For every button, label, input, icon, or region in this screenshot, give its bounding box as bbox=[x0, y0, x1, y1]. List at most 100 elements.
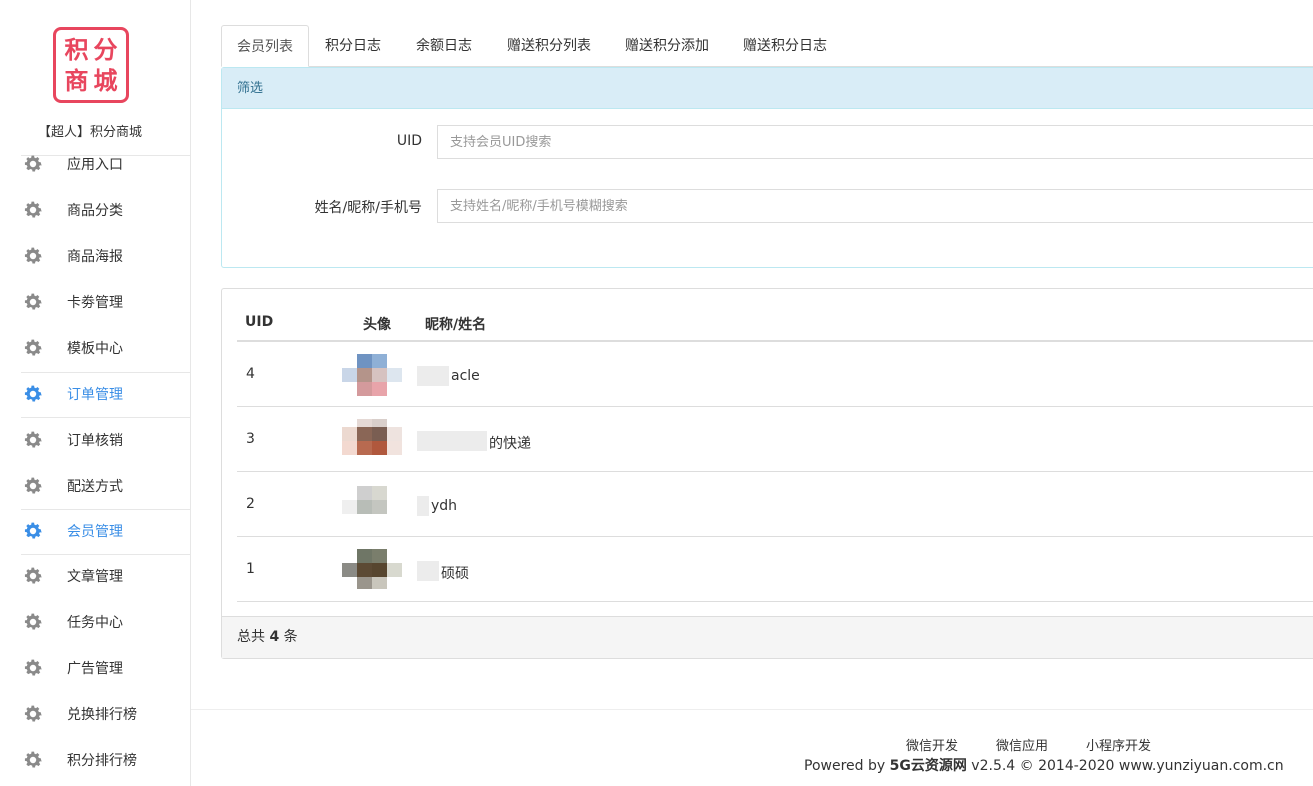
row-uid: 4 bbox=[246, 366, 255, 382]
sidebar-item-members[interactable]: 会员管理 bbox=[0, 511, 191, 551]
uid-search-input[interactable] bbox=[437, 125, 1313, 159]
logo-char: 分 bbox=[93, 35, 118, 64]
summary-total: 4 bbox=[269, 629, 280, 645]
sidebar-item-label: 应用入口 bbox=[67, 157, 123, 173]
table-row[interactable]: 1 硕硕 bbox=[237, 537, 1313, 602]
site-name: 【超人】积分商城 bbox=[37, 125, 142, 140]
avatar bbox=[342, 484, 402, 528]
footer-link-wechat-apps[interactable]: 微信应用 bbox=[996, 735, 1048, 754]
logo-char: 积 bbox=[64, 35, 89, 64]
sidebar-item-label: 模板中心 bbox=[67, 341, 123, 357]
sidebar-item-tasks[interactable]: 任务中心 bbox=[0, 602, 191, 642]
name-search-input[interactable] bbox=[437, 189, 1313, 223]
table-row[interactable]: 3 的快递 bbox=[237, 407, 1313, 472]
menu-divider bbox=[21, 509, 191, 510]
sidebar-item-goods-category[interactable]: 商品分类 bbox=[0, 190, 191, 230]
sidebar-item-label: 积分排行榜 bbox=[67, 753, 137, 769]
gear-icon bbox=[24, 201, 42, 218]
tab-balance-log[interactable]: 余额日志 bbox=[404, 25, 484, 67]
sidebar-item-goods-poster[interactable]: 商品海报 bbox=[0, 236, 191, 276]
row-nickname: acle bbox=[451, 368, 480, 384]
gear-icon bbox=[24, 613, 42, 630]
sidebar-item-app-entry[interactable]: 应用入口 bbox=[0, 144, 191, 184]
gear-icon bbox=[24, 385, 42, 402]
sidebar-item-label: 配送方式 bbox=[67, 479, 123, 495]
gear-icon bbox=[24, 659, 42, 676]
menu-divider bbox=[21, 554, 191, 555]
row-nickname: 的快递 bbox=[489, 436, 531, 452]
table-summary: 总共 4 条 bbox=[222, 616, 1313, 658]
sidebar-item-template[interactable]: 模板中心 bbox=[0, 328, 191, 368]
sidebar-item-label: 文章管理 bbox=[67, 569, 123, 585]
sidebar: 积 分 商 城 【超人】积分商城 应用入口 商品分类 商品海报 卡劵管理 模板中… bbox=[0, 0, 191, 786]
tab-bar: 会员列表 积分日志 余额日志 赠送积分列表 赠送积分添加 赠送积分日志 bbox=[221, 25, 1313, 67]
tab-gift-points-list[interactable]: 赠送积分列表 bbox=[494, 25, 604, 67]
footer-link-miniprogram-dev[interactable]: 小程序开发 bbox=[1086, 735, 1151, 754]
row-nickname: ydh bbox=[431, 498, 458, 514]
tab-gift-points-add[interactable]: 赠送积分添加 bbox=[612, 25, 722, 67]
tab-gift-points-log[interactable]: 赠送积分日志 bbox=[730, 25, 840, 67]
blur-mask bbox=[417, 366, 449, 386]
blur-mask bbox=[417, 496, 429, 516]
column-header-avatar: 头像 bbox=[363, 317, 391, 333]
row-nickname: 硕硕 bbox=[441, 566, 469, 582]
row-uid: 2 bbox=[246, 496, 255, 512]
avatar bbox=[342, 354, 402, 398]
avatar bbox=[342, 549, 402, 593]
sidebar-item-coupon[interactable]: 卡劵管理 bbox=[0, 282, 191, 322]
gear-icon bbox=[24, 477, 42, 494]
gear-icon bbox=[24, 155, 42, 172]
sidebar-item-orders[interactable]: 订单管理 bbox=[0, 374, 191, 414]
tab-member-list[interactable]: 会员列表 bbox=[221, 25, 309, 67]
gear-icon bbox=[24, 705, 42, 722]
sidebar-item-ads[interactable]: 广告管理 bbox=[0, 648, 191, 688]
gear-icon bbox=[24, 431, 42, 448]
footer-divider bbox=[191, 709, 1313, 710]
sidebar-item-label: 商品分类 bbox=[67, 203, 123, 219]
column-header-uid: UID bbox=[245, 314, 274, 330]
gear-icon bbox=[24, 751, 42, 768]
sidebar-item-label: 订单管理 bbox=[67, 387, 123, 403]
powered-suffix: v2.5.4 © 2014-2020 www.yunziyuan.com.cn bbox=[971, 758, 1284, 774]
sidebar-item-articles[interactable]: 文章管理 bbox=[0, 556, 191, 596]
sidebar-item-points-rank[interactable]: 积分排行榜 bbox=[0, 740, 191, 780]
blur-mask bbox=[417, 431, 487, 451]
sidebar-item-label: 任务中心 bbox=[67, 615, 123, 631]
sidebar-item-exchange-rank[interactable]: 兑换排行榜 bbox=[0, 694, 191, 734]
member-table: UID 头像 昵称/姓名 4 acle 3 的快递 2 ydh 1 硕硕 总共 … bbox=[221, 288, 1313, 659]
tab-points-log[interactable]: 积分日志 bbox=[313, 25, 393, 67]
table-row[interactable]: 4 acle bbox=[237, 342, 1313, 407]
gear-icon bbox=[24, 339, 42, 356]
sidebar-item-label: 卡劵管理 bbox=[67, 295, 123, 311]
summary-suffix: 条 bbox=[283, 629, 298, 645]
column-header-nickname: 昵称/姓名 bbox=[425, 317, 487, 333]
sidebar-item-label: 兑换排行榜 bbox=[67, 707, 137, 723]
name-label: 姓名/昵称/手机号 bbox=[314, 200, 422, 216]
avatar bbox=[342, 419, 402, 463]
gear-icon bbox=[24, 522, 42, 539]
logo[interactable]: 积 分 商 城 bbox=[53, 27, 129, 103]
uid-label: UID bbox=[396, 133, 422, 149]
row-uid: 3 bbox=[246, 431, 255, 447]
logo-char: 商 bbox=[64, 66, 89, 95]
gear-icon bbox=[24, 247, 42, 264]
sidebar-item-label: 广告管理 bbox=[67, 661, 123, 677]
powered-by: Powered by 5G云资源网 v2.5.4 © 2014-2020 www… bbox=[804, 755, 1284, 775]
sidebar-item-label: 订单核销 bbox=[67, 433, 123, 449]
powered-prefix: Powered by bbox=[804, 758, 886, 774]
sidebar-item-label: 商品海报 bbox=[67, 249, 123, 265]
blur-mask bbox=[417, 561, 439, 581]
sidebar-item-delivery[interactable]: 配送方式 bbox=[0, 466, 191, 506]
menu-divider bbox=[21, 417, 191, 418]
logo-char: 城 bbox=[93, 66, 118, 95]
filter-panel: 筛选 UID 姓名/昵称/手机号 bbox=[221, 67, 1313, 268]
sidebar-item-label: 会员管理 bbox=[67, 524, 123, 540]
table-row[interactable]: 2 ydh bbox=[237, 472, 1313, 537]
row-uid: 1 bbox=[246, 561, 255, 577]
footer-link-wechat-dev[interactable]: 微信开发 bbox=[906, 735, 958, 754]
gear-icon bbox=[24, 293, 42, 310]
powered-brand[interactable]: 5G云资源网 bbox=[890, 758, 967, 774]
menu-divider bbox=[21, 372, 191, 373]
summary-prefix: 总共 bbox=[237, 629, 265, 645]
sidebar-item-order-verify[interactable]: 订单核销 bbox=[0, 420, 191, 460]
